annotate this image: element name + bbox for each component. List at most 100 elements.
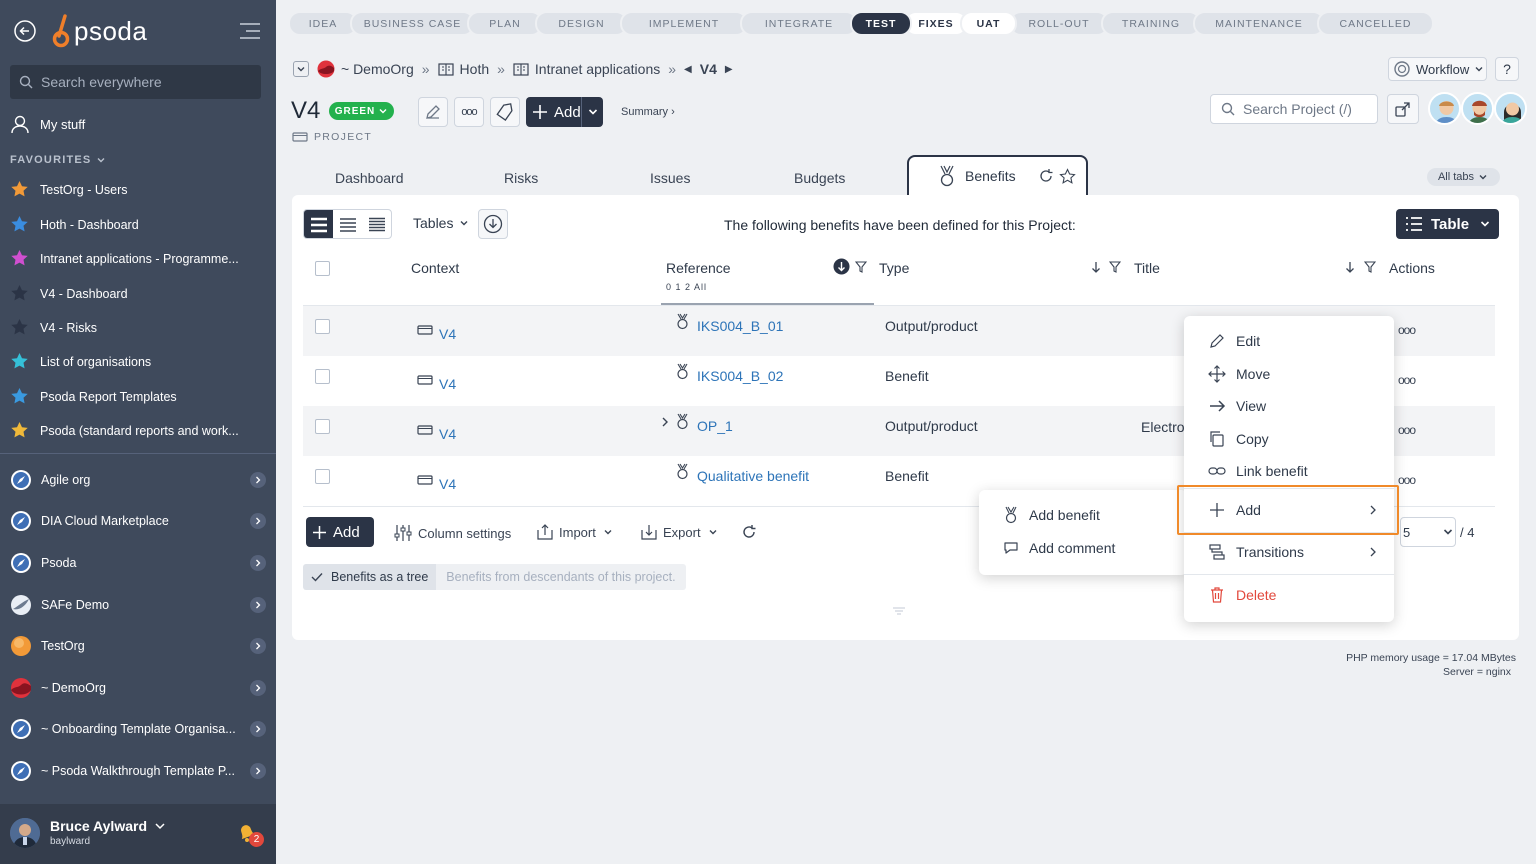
organisation-item[interactable]: ~ Onboarding Template Organisa... <box>10 714 266 744</box>
share-button[interactable] <box>1387 94 1419 124</box>
row-checkbox[interactable] <box>315 319 330 334</box>
link-benefit-menu-item[interactable]: Link benefit <box>1208 462 1378 480</box>
star-icon[interactable] <box>1058 167 1076 185</box>
column-header-type[interactable]: Type <box>879 260 909 276</box>
stage-fixes[interactable]: FIXES <box>904 11 968 36</box>
add-benefit-menu-item[interactable]: Add benefit <box>1003 506 1173 524</box>
favourite-item[interactable]: V4 - Dashboard <box>10 284 250 303</box>
row-checkbox[interactable] <box>315 369 330 384</box>
tab-dashboard[interactable]: Dashboard <box>335 162 404 194</box>
resize-grip-icon[interactable] <box>892 606 906 616</box>
organisation-item[interactable]: TestOrg <box>10 631 266 661</box>
user-panel[interactable]: Bruce Aylward baylward <box>0 804 276 864</box>
tab-issues[interactable]: Issues <box>650 162 690 194</box>
team-member-avatar[interactable] <box>1494 92 1527 125</box>
team-member-avatar[interactable] <box>1461 92 1494 125</box>
chevron-right-icon[interactable] <box>250 680 266 696</box>
row-context[interactable]: V4 <box>417 468 456 492</box>
stage-design[interactable]: DESIGN <box>535 11 628 36</box>
chevron-right-icon[interactable] <box>250 763 266 779</box>
row-context-link[interactable]: V4 <box>439 376 456 392</box>
benefits-from-descendants-toggle[interactable]: Benefits from descendants of this projec… <box>436 564 686 590</box>
organisation-item[interactable]: ~ DemoOrg <box>10 673 266 703</box>
table-view-button[interactable]: Table <box>1396 209 1499 239</box>
organisation-item[interactable]: Psoda <box>10 548 266 578</box>
workflow-button[interactable]: Workflow <box>1388 57 1487 81</box>
row-context[interactable]: V4 <box>417 418 456 442</box>
density-compact-button[interactable] <box>362 210 391 238</box>
refresh-icon[interactable] <box>1038 168 1054 184</box>
row-actions-button[interactable]: ooo <box>1398 423 1416 437</box>
move-menu-item[interactable]: Move <box>1208 365 1378 383</box>
favourite-item[interactable]: Psoda Report Templates <box>10 387 250 406</box>
chevron-right-icon[interactable] <box>250 721 266 737</box>
user-avatar[interactable] <box>10 818 40 848</box>
previous-sibling-icon[interactable]: ◀ <box>684 64 692 75</box>
favourite-item[interactable]: List of organisations <box>10 352 250 371</box>
status-badge[interactable]: GREEN <box>329 102 394 120</box>
column-header-reference[interactable]: Reference <box>666 260 731 276</box>
row-reference-link[interactable]: OP_1 <box>697 418 733 434</box>
tables-dropdown[interactable]: Tables <box>413 215 470 231</box>
benefits-as-tree-toggle[interactable]: Benefits as a tree <box>303 564 437 590</box>
stage-training[interactable]: TRAINING <box>1101 11 1201 36</box>
chevron-right-icon[interactable] <box>250 472 266 488</box>
filter-icon[interactable] <box>1364 261 1376 273</box>
density-comfortable-button[interactable] <box>304 210 333 238</box>
row-reference-link[interactable]: Qualitative benefit <box>697 468 809 484</box>
sort-desc-active-icon[interactable] <box>833 258 850 275</box>
all-tabs-button[interactable]: All tabs <box>1427 168 1500 186</box>
organisation-item[interactable]: ~ Psoda Walkthrough Template P... <box>10 756 266 786</box>
row-context-link[interactable]: V4 <box>439 326 456 342</box>
psoda-logo[interactable]: psoda <box>52 13 147 49</box>
tab-risks[interactable]: Risks <box>504 162 538 194</box>
export-button[interactable]: Export <box>641 524 719 540</box>
favourite-item[interactable]: TestOrg - Users <box>10 180 250 199</box>
column-header-context[interactable]: Context <box>411 260 459 276</box>
tab-benefits[interactable]: Benefits <box>907 155 1088 195</box>
row-context[interactable]: V4 <box>417 318 456 342</box>
collapse-menu-icon[interactable] <box>238 22 262 40</box>
column-header-title[interactable]: Title <box>1134 260 1160 276</box>
filter-icon[interactable] <box>1109 261 1121 273</box>
stage-implement[interactable]: IMPLEMENT <box>620 11 748 36</box>
delete-menu-item[interactable]: Delete <box>1208 586 1378 604</box>
row-actions-button[interactable]: ooo <box>1398 473 1416 487</box>
organisation-item[interactable]: DIA Cloud Marketplace <box>10 506 266 536</box>
chevron-right-icon[interactable] <box>250 555 266 571</box>
breadcrumb-expand-button[interactable] <box>293 61 309 77</box>
row-checkbox[interactable] <box>315 469 330 484</box>
user-name[interactable]: Bruce Aylward <box>50 818 167 834</box>
view-menu-item[interactable]: View <box>1208 397 1378 415</box>
edit-button[interactable] <box>418 97 448 127</box>
chevron-right-icon[interactable] <box>250 638 266 654</box>
chevron-right-icon[interactable] <box>250 513 266 529</box>
breadcrumb-portfolio[interactable]: Intranet applications <box>513 61 660 77</box>
add-button[interactable]: Add <box>526 97 603 127</box>
stage-cancelled[interactable]: CANCELLED <box>1317 11 1434 36</box>
row-reference-link[interactable]: IKS004_B_01 <box>697 318 783 334</box>
row-context-link[interactable]: V4 <box>439 476 456 492</box>
back-arrow-icon[interactable] <box>14 20 36 42</box>
stage-maintenance[interactable]: MAINTENANCE <box>1193 11 1325 36</box>
favourites-header[interactable]: FAVOURITES <box>10 154 107 166</box>
breadcrumb-org[interactable]: ~ DemoOrg <box>317 60 414 78</box>
stage-uat[interactable]: UAT <box>960 11 1017 36</box>
favourite-item[interactable]: V4 - Risks <box>10 318 250 337</box>
row-reference-link[interactable]: IKS004_B_02 <box>697 368 783 384</box>
tab-budgets[interactable]: Budgets <box>794 162 845 194</box>
more-options-button[interactable]: ooo <box>454 97 484 127</box>
column-settings-button[interactable]: Column settings <box>394 524 517 542</box>
chevron-right-icon[interactable] <box>250 597 266 613</box>
add-comment-menu-item[interactable]: Add comment <box>1003 540 1173 556</box>
row-context[interactable]: V4 <box>417 368 456 392</box>
add-dropdown-toggle[interactable] <box>581 97 603 127</box>
stage-integrate[interactable]: INTEGRATE <box>740 11 858 36</box>
expand-row-icon[interactable] <box>661 416 669 428</box>
favourite-item[interactable]: Psoda (standard reports and work... <box>10 421 250 440</box>
next-sibling-icon[interactable]: ▶ <box>725 64 733 75</box>
row-checkbox[interactable] <box>315 419 330 434</box>
tag-button[interactable] <box>490 97 520 127</box>
row-actions-button[interactable]: ooo <box>1398 373 1416 387</box>
search-everywhere-input[interactable]: Search everywhere <box>10 65 261 99</box>
